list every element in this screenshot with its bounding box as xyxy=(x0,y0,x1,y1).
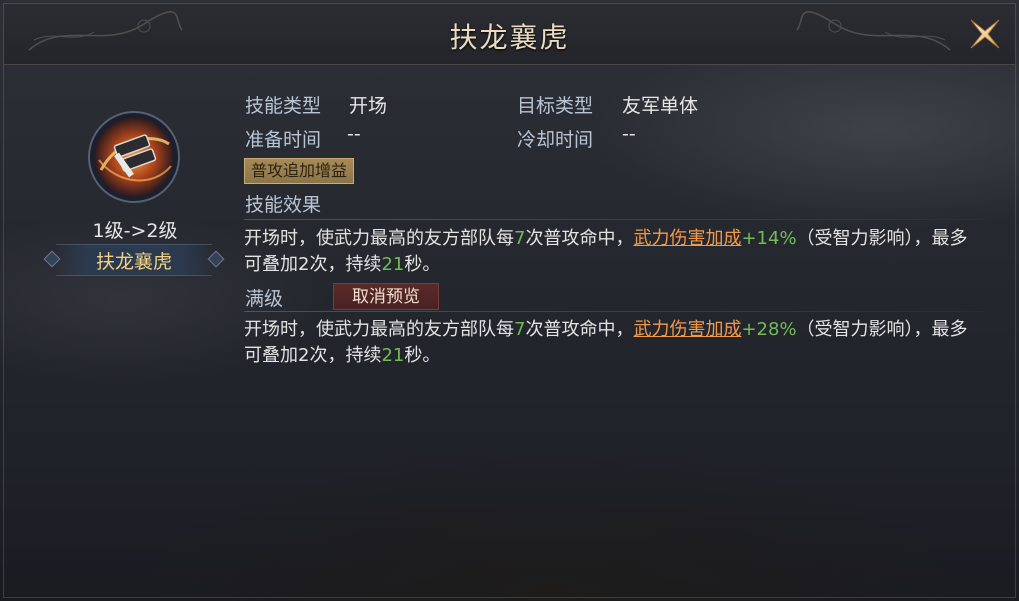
effect-description-max: 开场时，使武力最高的友方部队每7次普攻命中，武力伤害加成+28%（受智力影响），… xyxy=(244,317,984,369)
effect-text: （受智力影响） xyxy=(796,319,914,340)
dialog-title: 扶龙襄虎 xyxy=(449,21,570,54)
bonus-value: +28% xyxy=(741,319,797,340)
crossed-blades-skill-icon xyxy=(88,111,180,203)
effect-text: 开场时，使武力最高的友方部队每 xyxy=(244,319,514,340)
effect-section-label: 技能效果 xyxy=(245,194,322,216)
effect-text: 秒。 xyxy=(404,254,441,275)
skill-name-plate: 扶龙襄虎 xyxy=(43,244,225,276)
max-level-label: 满级 xyxy=(245,288,284,310)
prep-time-value: -- xyxy=(347,123,361,145)
cancel-preview-button[interactable]: 取消预览 xyxy=(333,283,439,310)
effect-text: 开场时，使武力最高的友方部队每 xyxy=(244,228,514,249)
skill-tag-badge: 普攻追加增益 xyxy=(244,158,355,184)
attack-count: 7 xyxy=(514,319,526,340)
max-level-divider xyxy=(244,311,984,312)
effect-description-current: 开场时，使武力最高的友方部队每7次普攻命中，武力伤害加成+14%（受智力影响），… xyxy=(244,226,984,278)
effect-text: 秒。 xyxy=(404,345,441,366)
close-icon[interactable] xyxy=(965,14,1005,54)
prep-time-label: 准备时间 xyxy=(245,129,322,151)
effect-divider xyxy=(244,219,984,220)
effect-text: （受智力影响） xyxy=(796,228,914,249)
duration-value: 21 xyxy=(381,345,405,366)
bonus-value: +14% xyxy=(741,228,797,249)
target-type-value: 友军单体 xyxy=(622,95,699,117)
skill-type-label: 技能类型 xyxy=(245,95,322,117)
effect-text: 次普攻命中， xyxy=(525,228,634,249)
dialog-titlebar: 扶龙襄虎 xyxy=(4,4,1015,65)
skill-name: 扶龙襄虎 xyxy=(95,251,172,273)
cooldown-label: 冷却时间 xyxy=(517,129,594,151)
skill-detail-dialog: 扶龙襄虎 xyxy=(3,3,1016,598)
skill-type-value: 开场 xyxy=(349,95,388,117)
duration-value: 21 xyxy=(381,254,405,275)
force-damage-bonus-link[interactable]: 武力伤害加成 xyxy=(633,228,741,249)
effect-text: 次普攻命中， xyxy=(525,319,634,340)
level-upgrade-text: 1级->2级 xyxy=(92,220,178,242)
target-type-label: 目标类型 xyxy=(517,95,594,117)
attack-count: 7 xyxy=(514,228,526,249)
force-damage-bonus-link[interactable]: 武力伤害加成 xyxy=(633,319,741,340)
cooldown-value: -- xyxy=(622,123,636,145)
